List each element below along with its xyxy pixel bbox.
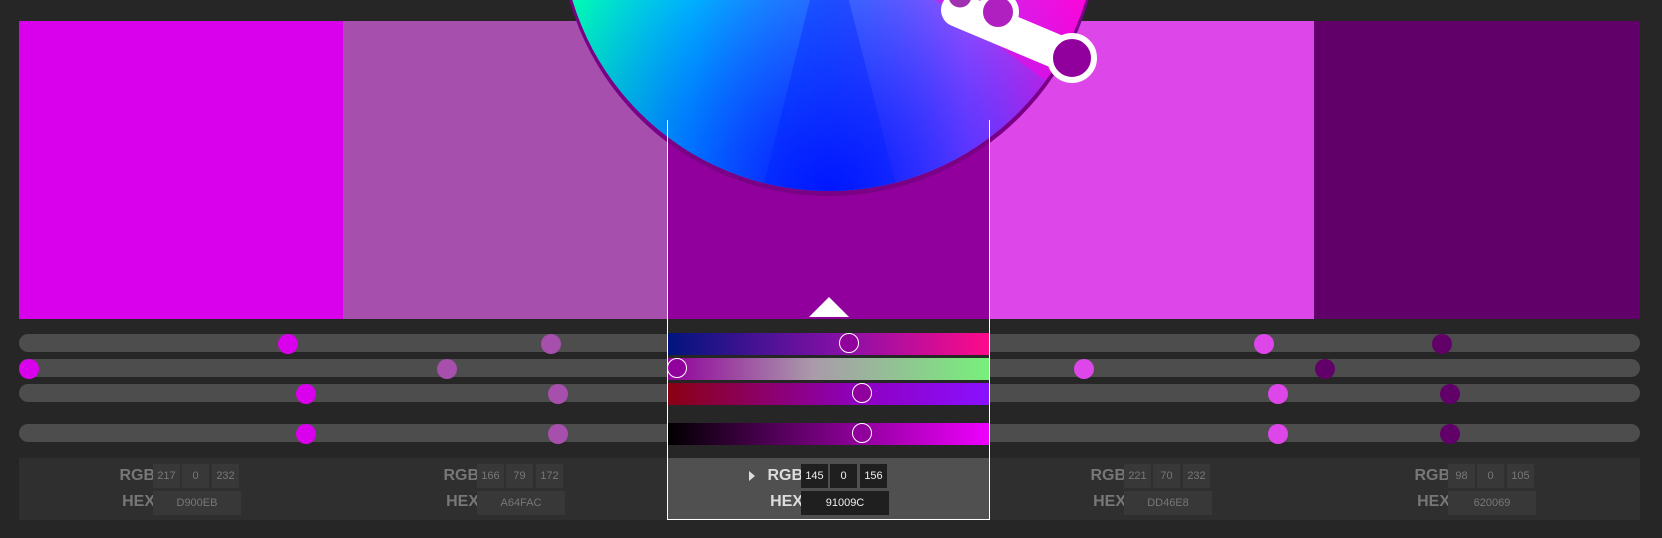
active-swatch-triangle xyxy=(809,297,849,317)
wheel-handle-small xyxy=(977,0,1019,33)
wheel-handle-main xyxy=(1047,33,1097,83)
color-wheel[interactable] xyxy=(0,0,1662,534)
